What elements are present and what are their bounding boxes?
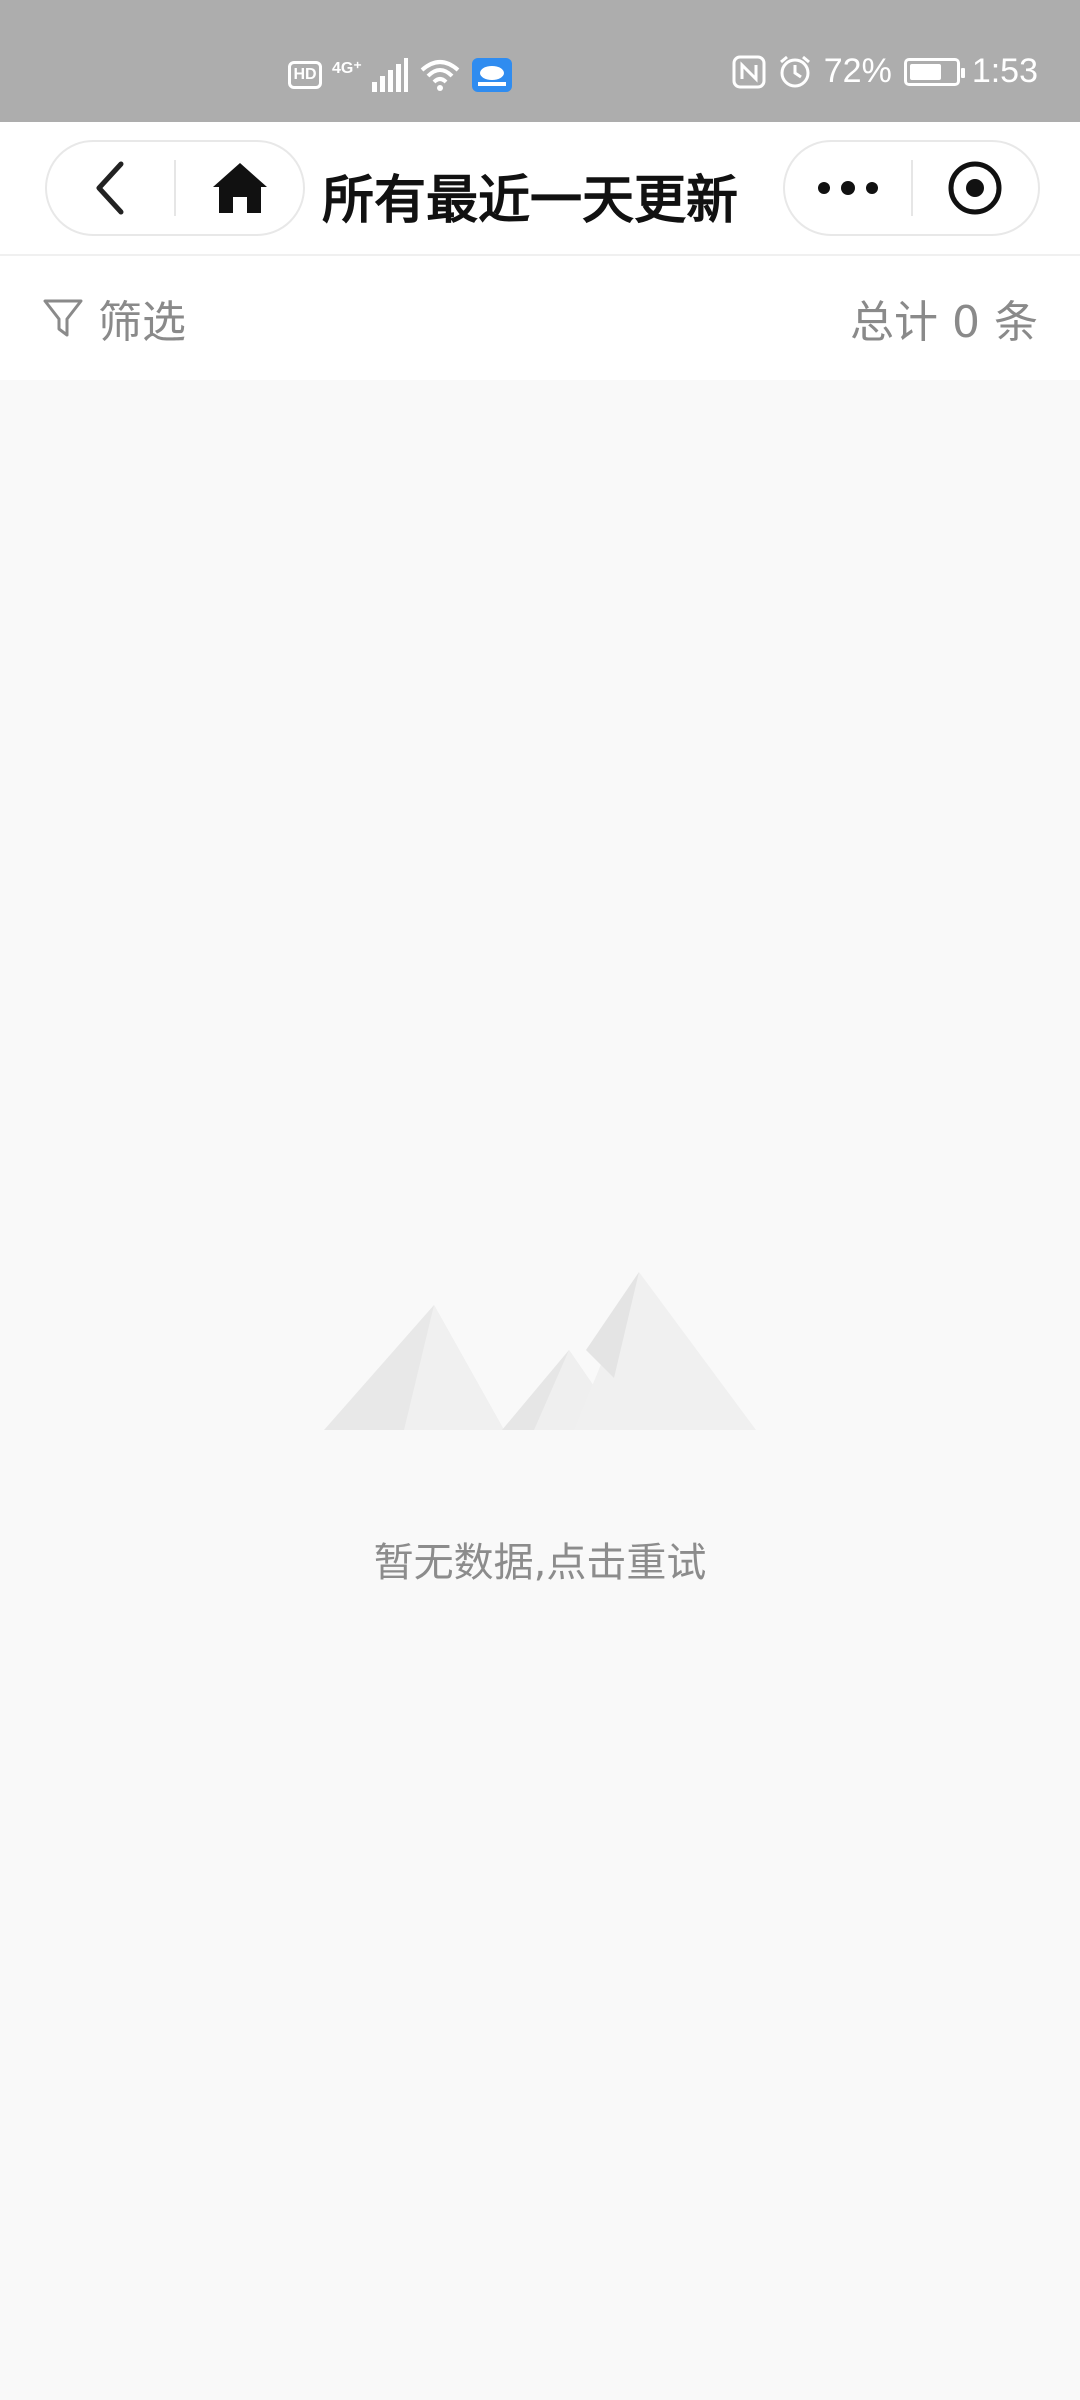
- mountains-icon: [324, 1272, 756, 1430]
- hd-badge: HD: [288, 61, 322, 89]
- chevron-left-icon: [96, 161, 123, 215]
- network-type-label: 4G⁺: [332, 60, 362, 77]
- more-dots-icon: [817, 181, 878, 195]
- total-count-text: 总计 0 条: [850, 297, 1038, 348]
- home-button[interactable]: [176, 142, 303, 234]
- funnel-icon: [43, 299, 83, 337]
- battery-fill: [909, 63, 942, 80]
- back-button[interactable]: [47, 142, 174, 234]
- filter-button[interactable]: 筛选: [42, 286, 186, 350]
- battery-percent: 72%: [823, 52, 892, 90]
- nfc-icon: [732, 55, 766, 88]
- empty-message[interactable]: 暂无数据,点击重试: [374, 1530, 707, 1588]
- page-title: 所有最近一天更新: [322, 171, 739, 231]
- clock-time: 1:53: [971, 52, 1038, 90]
- total-count: 总计 0 条: [850, 286, 1038, 350]
- battery-icon: [903, 57, 965, 86]
- wifi-icon: [420, 60, 460, 91]
- empty-state[interactable]: 暂无数据,点击重试: [0, 1270, 1080, 1588]
- nav-bar: 所有最近一天更新: [0, 122, 1080, 256]
- status-indicators: HD 4G⁺: [288, 58, 512, 92]
- target-circle-icon: [948, 161, 1002, 215]
- close-miniprogram-button[interactable]: [913, 142, 1039, 234]
- home-icon: [212, 163, 267, 213]
- filter-label: 筛选: [98, 297, 186, 348]
- status-right: 72% 1:53: [732, 52, 1038, 91]
- cellular-signal-icon: [371, 58, 408, 92]
- more-button[interactable]: [785, 142, 911, 234]
- alarm-icon: [779, 55, 810, 87]
- filter-bar: 筛选 总计 0 条: [0, 256, 1080, 380]
- app-notification-icon: [471, 58, 512, 92]
- nav-capsule-right: [783, 140, 1040, 236]
- nav-capsule-left: [45, 140, 305, 236]
- status-bar: HD 4G⁺ 72% 1:53: [0, 0, 1080, 122]
